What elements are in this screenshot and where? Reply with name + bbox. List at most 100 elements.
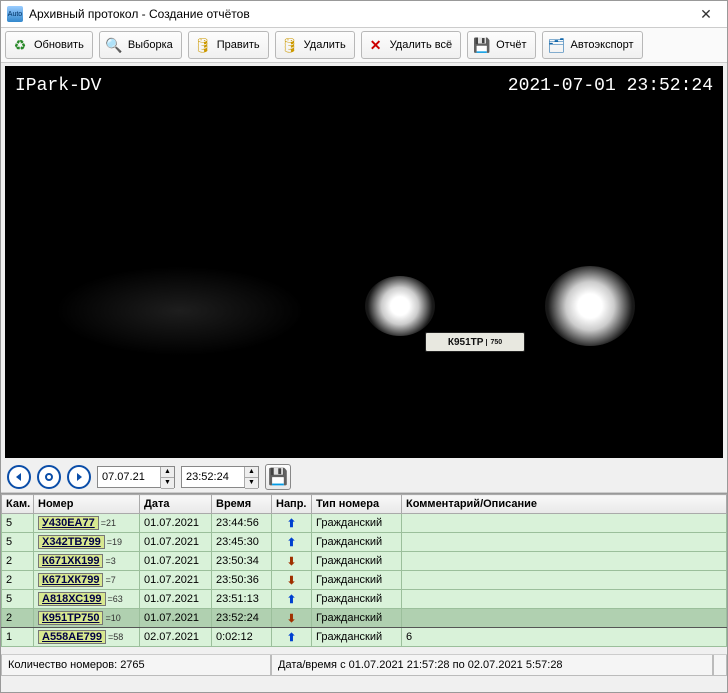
cell-date: 01.07.2021 [140, 590, 212, 609]
arrow-down-icon: ⬇ [287, 613, 296, 625]
cell-cam: 2 [2, 552, 34, 571]
cell-time: 23:44:56 [212, 514, 272, 533]
titlebar: Auto Архивный протокол - Создание отчёто… [1, 1, 727, 28]
cell-cam: 5 [2, 533, 34, 552]
edit-icon: 🛢 [193, 35, 213, 55]
license-plate: К951ТР 750 [425, 332, 525, 352]
cell-time: 23:50:34 [212, 552, 272, 571]
table-row[interactable]: 2К671ХК199=301.07.202123:50:34⬇Гражданск… [2, 552, 727, 571]
next-button[interactable] [67, 465, 91, 489]
cell-date: 01.07.2021 [140, 571, 212, 590]
table-row[interactable]: 2К671ХК799=701.07.202123:50:36⬇Гражданск… [2, 571, 727, 590]
cell-dir: ⬆ [272, 628, 312, 647]
delete-button[interactable]: 🛢 Удалить [275, 31, 355, 59]
cell-cam: 2 [2, 571, 34, 590]
records-table: Кам. Номер Дата Время Напр. Тип номера К… [1, 494, 727, 647]
cell-plate[interactable]: А818ХС199=63 [34, 590, 140, 609]
cell-dir: ⬆ [272, 533, 312, 552]
cell-date: 01.07.2021 [140, 514, 212, 533]
cell-comment: 6 [402, 628, 727, 647]
video-source-label: IPark-DV [15, 76, 101, 96]
col-plate[interactable]: Номер [34, 495, 140, 514]
window-title: Архивный протокол - Создание отчётов [29, 7, 691, 21]
col-dir[interactable]: Напр. [272, 495, 312, 514]
col-type[interactable]: Тип номера [312, 495, 402, 514]
status-count: Количество номеров: 2765 [1, 655, 271, 676]
close-button[interactable]: ✕ [691, 3, 721, 25]
cell-type: Гражданский [312, 628, 402, 647]
delete-all-label: Удалить всё [390, 39, 452, 51]
arrow-up-icon: ⬆ [287, 537, 296, 549]
cell-plate[interactable]: К671ХК199=3 [34, 552, 140, 571]
table-header-row: Кам. Номер Дата Время Напр. Тип номера К… [2, 495, 727, 514]
plate-region-text: 750 [486, 339, 502, 346]
time-spinner[interactable]: ▲ ▼ [181, 466, 259, 488]
cell-dir: ⬇ [272, 552, 312, 571]
refresh-button[interactable]: ♻ Обновить [5, 31, 93, 59]
cell-comment [402, 533, 727, 552]
autoexport-label: Автоэкспорт [571, 39, 634, 51]
cell-cam: 1 [2, 628, 34, 647]
arrow-down-icon: ⬇ [287, 575, 296, 587]
autoexport-icon: 🗂 [547, 35, 567, 55]
arrow-down-icon: ⬇ [287, 556, 296, 568]
col-comment[interactable]: Комментарий/Описание [402, 495, 727, 514]
cell-plate[interactable]: К671ХК799=7 [34, 571, 140, 590]
edit-button[interactable]: 🛢 Править [188, 31, 269, 59]
col-cam[interactable]: Кам. [2, 495, 34, 514]
playback-controls: ▲ ▼ ▲ ▼ 💾 [1, 461, 727, 493]
vehicle-silhouette: К951ТР 750 [325, 206, 645, 386]
arrow-up-icon: ⬆ [287, 594, 296, 606]
cell-plate[interactable]: А558АЕ799=58 [34, 628, 140, 647]
road-glow [55, 266, 305, 356]
table-row[interactable]: 5А818ХС199=6301.07.202123:51:13 ⬆ Гражданс… [2, 590, 727, 609]
cell-dir: ⬇ [272, 609, 312, 628]
table-row[interactable]: 5Х342ТВ799=1901.07.202123:45:30 ⬆ Гражданс… [2, 533, 727, 552]
cell-cam: 5 [2, 590, 34, 609]
filter-button[interactable]: 🔍 Выборка [99, 31, 182, 59]
plate-main-text: К951ТР [448, 337, 484, 348]
cell-type: Гражданский [312, 533, 402, 552]
save-icon: 💾 [268, 467, 288, 487]
cell-comment [402, 571, 727, 590]
time-down[interactable]: ▼ [245, 478, 258, 489]
time-input[interactable] [182, 467, 244, 487]
edit-label: Править [217, 39, 260, 51]
cell-dir: ⬇ [272, 571, 312, 590]
prev-button[interactable] [7, 465, 31, 489]
cell-type: Гражданский [312, 590, 402, 609]
cell-cam: 5 [2, 514, 34, 533]
cell-time: 23:51:13 [212, 590, 272, 609]
cell-plate[interactable]: Х342ТВ799=19 [34, 533, 140, 552]
delete-all-button[interactable]: ✕ Удалить всё [361, 31, 461, 59]
date-up[interactable]: ▲ [161, 467, 174, 478]
cell-date: 01.07.2021 [140, 533, 212, 552]
cell-type: Гражданский [312, 609, 402, 628]
filter-icon: 🔍 [104, 35, 124, 55]
col-date[interactable]: Дата [140, 495, 212, 514]
refresh-label: Обновить [34, 39, 84, 51]
cell-comment [402, 609, 727, 628]
cell-cam: 2 [2, 609, 34, 628]
save-button[interactable]: 💾 [265, 464, 291, 490]
status-range: Дата/время с 01.07.2021 21:57:28 по 02.0… [271, 655, 713, 676]
table-row[interactable]: 5У430ЕА77=2101.07.202123:44:56⬆Гражданск… [2, 514, 727, 533]
cell-plate[interactable]: К951ТР750=10 [34, 609, 140, 628]
arrow-up-icon: ⬆ [287, 518, 296, 530]
toolbar: ♻ Обновить 🔍 Выборка 🛢 Править 🛢 Удалить… [1, 28, 727, 63]
date-spinner[interactable]: ▲ ▼ [97, 466, 175, 488]
date-down[interactable]: ▼ [161, 478, 174, 489]
date-input[interactable] [98, 467, 160, 487]
report-button[interactable]: 💾 Отчёт [467, 31, 535, 59]
app-icon: Auto [7, 6, 23, 22]
cell-time: 23:45:30 [212, 533, 272, 552]
col-time[interactable]: Время [212, 495, 272, 514]
table-row[interactable]: 2К951ТР750=1001.07.202123:52:24⬇Гражданс… [2, 609, 727, 628]
cell-time: 0:02:12 [212, 628, 272, 647]
video-preview: IPark-DV 2021-07-01 23:52:24 К951ТР 750 [5, 66, 723, 458]
table-row[interactable]: 1А558АЕ799=5802.07.20210:02:12⬆Гражданск… [2, 628, 727, 647]
cell-plate[interactable]: У430ЕА77=21 [34, 514, 140, 533]
stop-button[interactable] [37, 465, 61, 489]
time-up[interactable]: ▲ [245, 467, 258, 478]
autoexport-button[interactable]: 🗂 Автоэкспорт [542, 31, 643, 59]
